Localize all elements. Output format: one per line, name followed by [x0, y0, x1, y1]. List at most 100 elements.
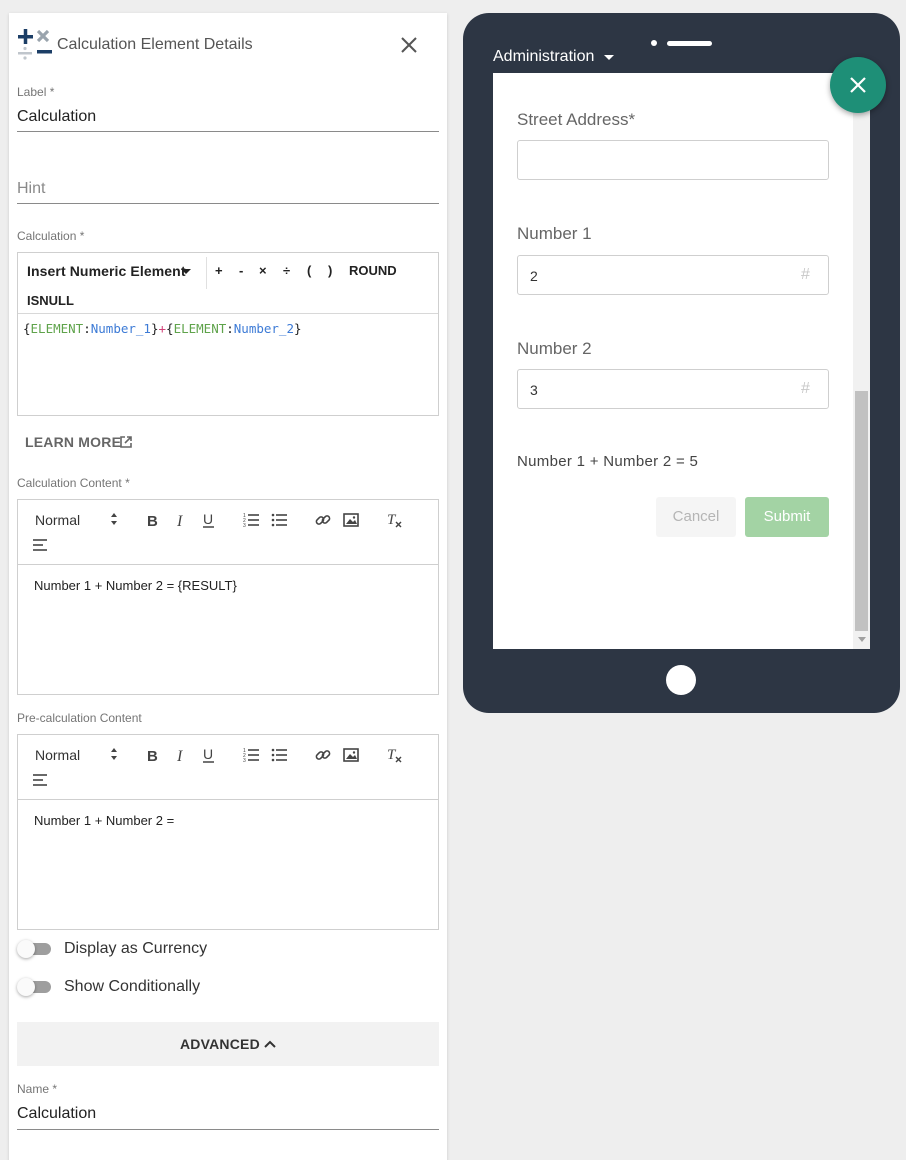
speaker-icon	[667, 41, 712, 46]
number2-value: 3	[530, 382, 538, 398]
expr-colon: :	[83, 321, 91, 336]
chevron-down-icon	[181, 269, 191, 274]
italic-icon[interactable]: I	[172, 511, 190, 529]
image-icon[interactable]	[342, 511, 360, 529]
scrollbar[interactable]	[853, 73, 870, 649]
align-icon[interactable]	[32, 536, 50, 554]
number1-input[interactable]: 2 #	[517, 255, 829, 295]
label-field-label: Label *	[17, 85, 55, 99]
operator-multiply-button[interactable]: ×	[259, 263, 267, 278]
operator-minus-button[interactable]: -	[239, 263, 243, 278]
italic-icon[interactable]: I	[172, 746, 190, 764]
underline-icon[interactable]: U	[200, 511, 218, 529]
select-arrows-icon	[111, 748, 117, 760]
show-conditionally-toggle[interactable]	[17, 977, 53, 997]
precalculation-content-editor: Normal B I U 123 T Number 1 + Number 2 =	[17, 734, 439, 930]
rich-text-toolbar: Normal B I U 123 T	[18, 735, 438, 800]
calculation-content-text[interactable]: Number 1 + Number 2 = {RESULT}	[34, 578, 237, 593]
close-preview-button[interactable]	[830, 57, 886, 113]
svg-text:3: 3	[243, 523, 246, 529]
number1-label: Number 1	[517, 224, 592, 243]
calculation-result: Number 1 + Number 2 = 5	[517, 453, 699, 470]
toggle-knob	[17, 940, 35, 958]
expr-brace: }	[294, 321, 302, 336]
format-select[interactable]: Normal	[35, 747, 80, 763]
street-address-label: Street Address*	[517, 110, 636, 129]
align-icon[interactable]	[32, 771, 50, 789]
cancel-button[interactable]: Cancel	[656, 497, 736, 537]
operator-open-paren-button[interactable]: (	[307, 263, 311, 278]
display-currency-label: Display as Currency	[64, 940, 208, 957]
scroll-down-arrow-icon[interactable]	[858, 637, 866, 642]
element-details-panel: Calculation Element Details Label * Calc…	[9, 13, 447, 1160]
chevron-up-icon	[264, 1040, 276, 1048]
bullet-list-icon[interactable]	[271, 746, 289, 764]
calculation-editor: Insert Numeric Element + - × ÷ ( ) ROUND…	[17, 252, 439, 416]
expr-element-name: Number_1	[90, 321, 151, 336]
svg-text:U: U	[203, 746, 213, 762]
display-currency-toggle[interactable]	[17, 939, 53, 959]
svg-text:T: T	[387, 747, 397, 763]
underline-icon[interactable]: U	[200, 746, 218, 764]
hint-input[interactable]: Hint	[17, 180, 45, 198]
operator-divide-button[interactable]: ÷	[283, 263, 290, 278]
calculation-toolbar: Insert Numeric Element + - × ÷ ( ) ROUND…	[18, 253, 438, 314]
device-screen: Street Address* Number 1 2 # Number 2 3 …	[493, 73, 870, 649]
operator-plus-button[interactable]: +	[215, 263, 223, 278]
label-input[interactable]: Calculation	[17, 108, 96, 126]
svg-text:I: I	[176, 748, 183, 764]
bold-icon[interactable]: B	[144, 746, 162, 764]
insert-numeric-element-button[interactable]: Insert Numeric Element	[27, 263, 186, 279]
administration-menu[interactable]: Administration	[493, 48, 594, 66]
operator-round-button[interactable]: ROUND	[349, 263, 397, 278]
toggle-knob	[17, 978, 35, 996]
show-conditionally-label: Show Conditionally	[64, 978, 201, 995]
advanced-section-toggle[interactable]: ADVANCED	[17, 1022, 439, 1066]
svg-text:B: B	[147, 748, 158, 764]
calculator-logo-icon	[18, 29, 52, 60]
image-icon[interactable]	[342, 746, 360, 764]
number2-label: Number 2	[517, 339, 592, 358]
learn-more-link[interactable]: LEARN MORE	[25, 434, 121, 450]
rich-text-toolbar: Normal B I U 123 T	[18, 500, 438, 565]
ordered-list-icon[interactable]: 123	[243, 511, 261, 529]
operator-isnull-button[interactable]: ISNULL	[27, 293, 74, 308]
link-icon[interactable]	[314, 511, 332, 529]
expr-element-keyword: ELEMENT	[173, 321, 227, 336]
operator-close-paren-button[interactable]: )	[328, 263, 332, 278]
street-address-input[interactable]	[517, 140, 829, 180]
calculation-expression[interactable]: {ELEMENT:Number_1}+{ELEMENT:Number_2}	[23, 321, 302, 336]
hash-icon: #	[801, 266, 810, 283]
name-field-label: Name *	[17, 1082, 58, 1096]
precalculation-content-label: Pre-calculation Content	[17, 711, 142, 725]
hash-icon: #	[801, 380, 810, 397]
expr-element-keyword: ELEMENT	[30, 321, 84, 336]
name-input[interactable]: Calculation	[17, 1105, 96, 1123]
link-icon[interactable]	[314, 746, 332, 764]
submit-button[interactable]: Submit	[745, 497, 829, 537]
home-button[interactable]	[666, 665, 696, 695]
calculation-content-label: Calculation Content *	[17, 476, 130, 490]
expr-brace: {	[23, 321, 31, 336]
bullet-list-icon[interactable]	[271, 511, 289, 529]
calculation-content-editor: Normal B I U 123 T Number 1 + Number 2 =…	[17, 499, 439, 695]
precalculation-content-text[interactable]: Number 1 + Number 2 =	[34, 813, 174, 828]
close-icon[interactable]	[399, 35, 419, 55]
external-link-icon[interactable]	[119, 435, 133, 449]
format-select[interactable]: Normal	[35, 512, 80, 528]
number2-input[interactable]: 3 #	[517, 369, 829, 409]
expr-brace: }	[150, 321, 159, 336]
bold-icon[interactable]: B	[144, 511, 162, 529]
scrollbar-thumb[interactable]	[855, 391, 868, 631]
ordered-list-icon[interactable]: 123	[243, 746, 261, 764]
expr-element-name: Number_2	[233, 321, 294, 336]
tablet-preview: Administration Street Address* Number 1 …	[463, 13, 900, 713]
chevron-down-icon	[604, 55, 614, 60]
svg-text:U: U	[203, 511, 213, 527]
calculation-label: Calculation *	[17, 229, 85, 243]
close-icon	[850, 77, 866, 93]
clear-format-icon[interactable]: T	[386, 511, 404, 529]
expr-brace: {	[166, 321, 174, 336]
clear-format-icon[interactable]: T	[386, 746, 404, 764]
toolbar-divider	[206, 257, 207, 289]
